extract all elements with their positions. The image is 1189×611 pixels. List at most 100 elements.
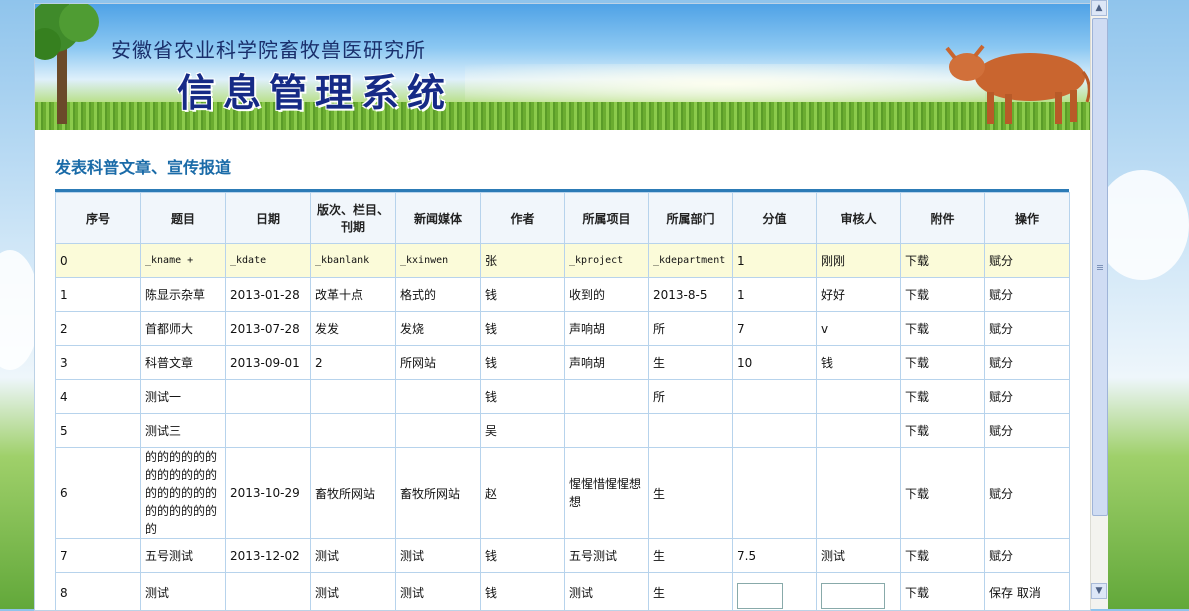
column-header: 作者 [481,193,565,244]
assign-score-link[interactable]: 赋分 [985,244,1070,278]
cancel-link[interactable]: 取消 [1017,586,1041,600]
cell-date: 2013-07-28 [226,312,311,346]
scroll-up-button[interactable]: ▲ [1091,0,1107,16]
assign-score-link[interactable]: 赋分 [985,278,1070,312]
cell-dept: 生 [649,346,733,380]
cell-no: 8 [56,573,141,611]
column-header: 新闻媒体 [396,193,481,244]
cell-reviewer [817,414,901,448]
table-row: 5 测试三 吴 下载 赋分 [56,414,1070,448]
column-header: 所属部门 [649,193,733,244]
cell-title: 测试一 [141,380,226,414]
table-row: 4 测试一 钱 所 下载 赋分 [56,380,1070,414]
cell-no: 5 [56,414,141,448]
cell-edition: _kbanlank [311,244,396,278]
reviewer-input[interactable] [821,583,885,609]
table-row: 3 科普文章 2013-09-01 2 所网站 钱 声响胡 生 10 钱 下载 … [56,346,1070,380]
cell-title: 陈显示杂草 [141,278,226,312]
table-row: 2 首都师大 2013-07-28 发发 发烧 钱 声响胡 所 7 v 下载 赋… [56,312,1070,346]
cell-project: 五号测试 [565,539,649,573]
save-link[interactable]: 保存 [989,586,1013,600]
cell-reviewer [817,573,901,611]
download-link[interactable]: 下载 [901,244,985,278]
cell-date [226,573,311,611]
cell-score [733,414,817,448]
cell-title: 测试 [141,573,226,611]
column-header: 题目 [141,193,226,244]
download-link[interactable]: 下载 [901,312,985,346]
cell-author: 钱 [481,539,565,573]
cell-project: 惺惺惜惺惺想想 [565,448,649,539]
main-frame: 安徽省农业科学院畜牧兽医研究所 信息管理系统 发表科普文章、宣传报道 序号 题目… [34,3,1091,611]
cell-project: 测试 [565,573,649,611]
cell-title: 首都师大 [141,312,226,346]
table-row: 0 _kname + _kdate _kbanlank _kxinwen 张 _… [56,244,1070,278]
cell-project [565,414,649,448]
cell-author: 钱 [481,380,565,414]
scroll-thumb[interactable] [1092,18,1108,516]
cell-no: 0 [56,244,141,278]
cell-title: _kname + [141,244,226,278]
tree-illustration [35,4,125,130]
download-link[interactable]: 下载 [901,380,985,414]
column-header: 操作 [985,193,1070,244]
institute-name: 安徽省农业科学院畜牧兽医研究所 [111,34,426,63]
cell-edition [311,380,396,414]
assign-score-link[interactable]: 赋分 [985,539,1070,573]
download-link[interactable]: 下载 [901,539,985,573]
cell-media [396,414,481,448]
cell-edition: 2 [311,346,396,380]
cell-date [226,380,311,414]
scroll-down-button[interactable]: ▼ [1091,583,1107,599]
cell-author: 钱 [481,346,565,380]
cell-media: 发烧 [396,312,481,346]
assign-score-link[interactable]: 赋分 [985,312,1070,346]
table-header-row: 序号 题目 日期 版次、栏目、刊期 新闻媒体 作者 所属项目 所属部门 分值 审… [56,193,1070,244]
cell-score [733,380,817,414]
cell-reviewer: 好好 [817,278,901,312]
download-link[interactable]: 下载 [901,573,985,611]
vertical-scrollbar[interactable]: ▲ ▼ [1090,0,1108,609]
cell-actions: 保存 取消 [985,573,1070,611]
cell-media: 畜牧所网站 [396,448,481,539]
cell-date: 2013-12-02 [226,539,311,573]
cell-no: 7 [56,539,141,573]
download-link[interactable]: 下载 [901,346,985,380]
cell-dept: 生 [649,573,733,611]
cell-no: 6 [56,448,141,539]
cell-score [733,573,817,611]
cell-score: 1 [733,278,817,312]
assign-score-link[interactable]: 赋分 [985,380,1070,414]
header-banner: 安徽省农业科学院畜牧兽医研究所 信息管理系统 [35,4,1090,130]
cell-title: 的的的的的的的的的的的的的的的的的的的的的的的的的 [141,448,226,539]
cell-dept [649,414,733,448]
cell-edition [311,414,396,448]
score-input[interactable] [737,583,783,609]
cell-project [565,380,649,414]
cell-dept: _kdepartment [649,244,733,278]
cell-date: 2013-09-01 [226,346,311,380]
cell-author: 钱 [481,573,565,611]
cell-score [733,448,817,539]
assign-score-link[interactable]: 赋分 [985,346,1070,380]
download-link[interactable]: 下载 [901,278,985,312]
cell-reviewer: 钱 [817,346,901,380]
column-header: 日期 [226,193,311,244]
download-link[interactable]: 下载 [901,448,985,539]
cell-title: 测试三 [141,414,226,448]
cell-score: 7 [733,312,817,346]
cell-edition: 测试 [311,539,396,573]
background-cloud [1095,170,1189,280]
cell-no: 1 [56,278,141,312]
column-header: 版次、栏目、刊期 [311,193,396,244]
cell-dept: 2013-8-5 [649,278,733,312]
cell-dept: 所 [649,380,733,414]
assign-score-link[interactable]: 赋分 [985,448,1070,539]
system-title: 信息管理系统 [177,62,453,117]
assign-score-link[interactable]: 赋分 [985,414,1070,448]
cell-media: 测试 [396,573,481,611]
download-link[interactable]: 下载 [901,414,985,448]
cow-illustration [925,22,1090,130]
cell-project: _kproject [565,244,649,278]
cell-no: 3 [56,346,141,380]
